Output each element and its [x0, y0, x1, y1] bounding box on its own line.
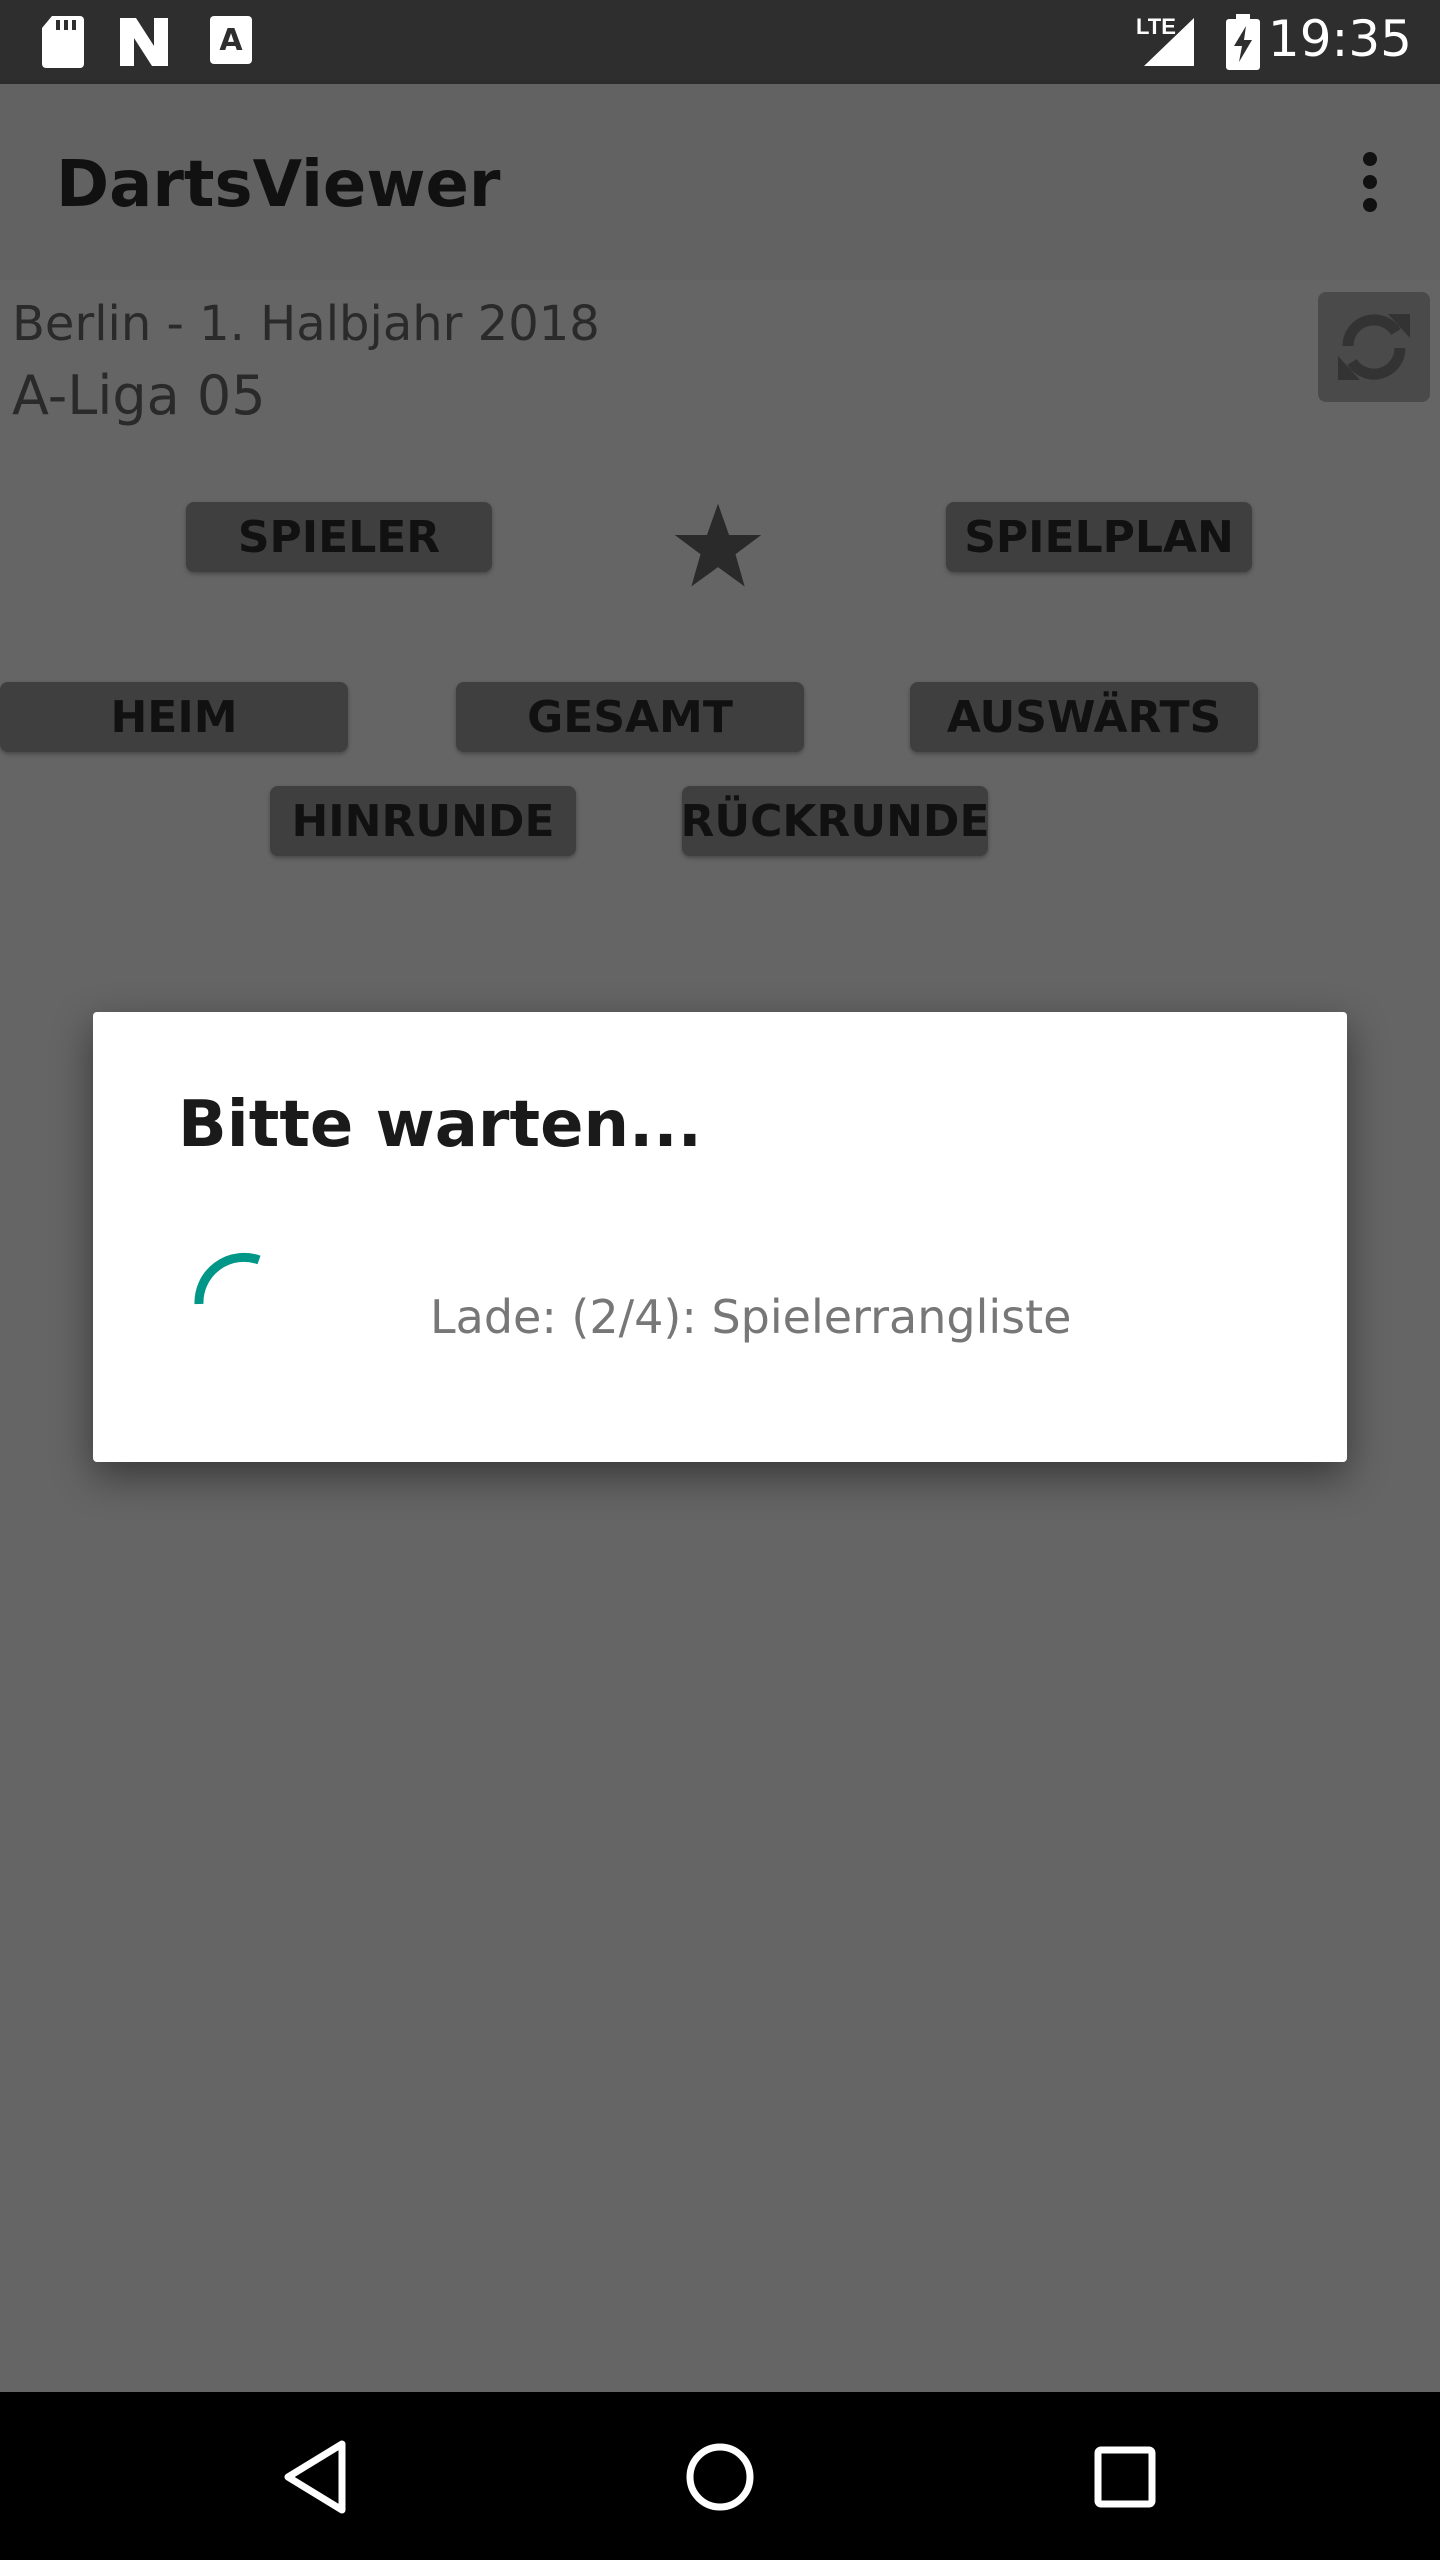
accessibility-icon: A — [210, 16, 252, 64]
clock: 19:35 — [1267, 10, 1412, 68]
loading-spinner-icon — [194, 1252, 261, 1305]
signal-icon — [1144, 18, 1194, 66]
status-bar: A LTE 19:35 — [0, 0, 1440, 84]
refresh-icon — [1338, 314, 1410, 380]
app-bar: DartsViewer — [0, 84, 1440, 280]
battery-charging-icon — [1226, 14, 1260, 70]
filter-home-button[interactable]: HEIM — [0, 682, 348, 752]
dialog-title: Bitte warten... — [178, 1088, 702, 1162]
filter-away-button[interactable]: AUSWÄRTS — [910, 682, 1258, 752]
filter-total-button[interactable]: GESAMT — [456, 682, 804, 752]
season-label: Berlin - 1. Halbjahr 2018 — [12, 296, 600, 352]
svg-text:A: A — [219, 23, 243, 58]
players-button[interactable]: SPIELER — [186, 502, 492, 572]
recents-icon[interactable] — [1080, 2432, 1170, 2522]
star-icon[interactable] — [672, 500, 764, 592]
sd-card-icon — [42, 16, 84, 68]
overflow-menu-icon[interactable] — [1360, 152, 1380, 212]
n-logo-icon — [120, 18, 168, 66]
league-name: A-Liga 05 — [12, 364, 266, 427]
progress-dialog: Bitte warten... Lade: (2/4): Spielerrang… — [93, 1012, 1347, 1462]
app-title: DartsViewer — [56, 148, 501, 222]
filter-first-round-button[interactable]: HINRUNDE — [270, 786, 576, 856]
dialog-message: Lade: (2/4): Spielerrangliste — [430, 1290, 1072, 1344]
schedule-button[interactable]: SPIELPLAN — [946, 502, 1252, 572]
refresh-button[interactable] — [1318, 292, 1430, 402]
filter-second-round-button[interactable]: RÜCKRUNDE — [681, 786, 990, 856]
home-icon[interactable] — [675, 2432, 765, 2522]
back-icon[interactable] — [272, 2432, 362, 2522]
navigation-bar — [0, 2392, 1440, 2560]
